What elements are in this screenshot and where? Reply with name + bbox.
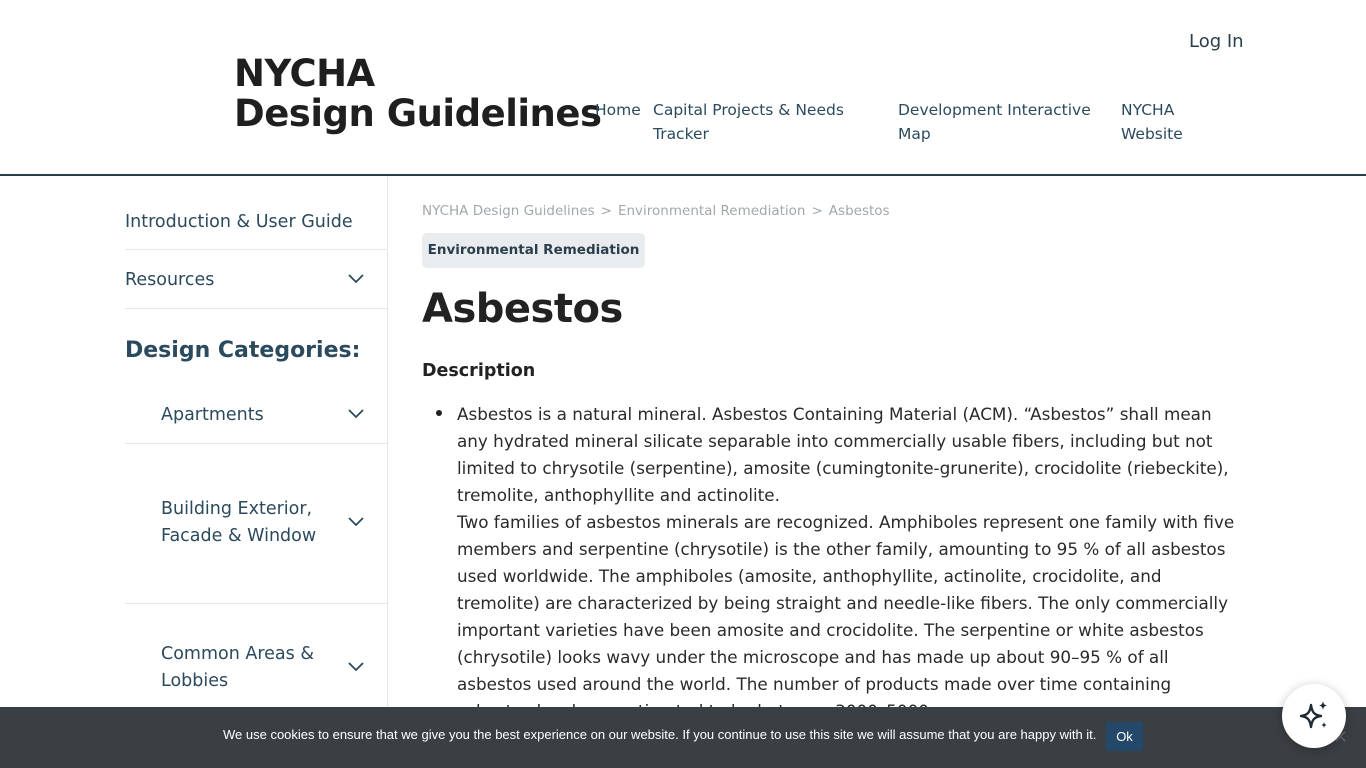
cookie-banner: We use cookies to ensure that we give yo… [0,707,1366,768]
cookie-message: We use cookies to ensure that we give yo… [223,727,1097,742]
site-title[interactable]: NYCHA Design Guidelines [234,54,602,134]
sidebar-category-apartments[interactable]: Apartments [125,384,387,444]
category-badge[interactable]: Environmental Remediation [422,233,645,268]
breadcrumb: NYCHA Design Guidelines > Environmental Re… [422,203,890,219]
nav-item-capital-projects-line2: Tracker [653,125,709,143]
site-header: NYCHA Design Guidelines Log In Home Capi… [0,0,1366,176]
sidebar-category-label: Apartments [161,405,264,425]
breadcrumb-item[interactable]: Environmental Remediation [618,203,806,219]
chevron-down-icon[interactable] [347,273,365,285]
description-paragraph-1: Asbestos is a natural mineral. Asbestos … [457,404,1229,505]
nav-item-nycha-website-line2: Website [1121,125,1183,143]
ai-assistant-button[interactable] [1282,684,1346,748]
nav-item-home-label: Home [595,101,641,119]
site-title-line2: Design Guidelines [234,92,602,135]
login-link[interactable]: Log In [1189,31,1244,52]
section-title: Description [422,361,536,381]
nav-item-home[interactable]: Home [595,98,641,122]
sidebar-item-label: Introduction & User Guide [125,212,353,232]
nav-item-development-map-line1: Development Interactive [898,101,1091,119]
breadcrumb-current: Asbestos [828,203,890,219]
sidebar-item-label: Resources [125,270,215,290]
cookie-ok-button[interactable]: Ok [1106,722,1143,751]
chevron-down-icon[interactable] [347,516,365,528]
nav-item-development-map-line2: Map [898,125,931,143]
nav-item-development-map[interactable]: Development Interactive Map [898,98,1091,146]
nav-item-capital-projects-line1: Capital Projects & Needs [653,101,844,119]
sidebar-category-label-line1: Common Areas & [161,644,314,664]
design-categories-heading: Design Categories: [125,338,361,363]
chevron-down-icon[interactable] [347,661,365,673]
sidebar-category-label-line1: Building Exterior, [161,499,313,519]
breadcrumb-separator: > [600,203,612,219]
description-content: Asbestos is a natural mineral. Asbestos … [457,401,1247,725]
sidebar-item-resources[interactable]: Resources [125,249,387,309]
nav-item-nycha-website[interactable]: NYCHA Website [1121,98,1183,146]
sidebar-item-introduction[interactable]: Introduction & User Guide [125,176,387,250]
bullet-marker [436,410,442,416]
page-title: Asbestos [422,286,623,332]
sparkles-icon [1299,701,1327,729]
description-paragraph-2: Two families of asbestos minerals are re… [457,512,1235,721]
chevron-down-icon[interactable] [347,408,365,420]
nav-item-nycha-website-line1: NYCHA [1121,101,1175,119]
sidebar-category-building-exterior[interactable]: Building Exterior, Facade & Window [125,443,387,604]
sidebar-category-label-line2: Facade & Window [161,526,317,546]
sidebar-category-label-line2: Lobbies [161,671,229,691]
site-title-line1: NYCHA [234,52,375,95]
sidebar: Introduction & User Guide Resources Desi… [125,176,388,768]
nav-item-capital-projects[interactable]: Capital Projects & Needs Tracker [653,98,844,146]
breadcrumb-separator: > [811,203,823,219]
breadcrumb-item[interactable]: NYCHA Design Guidelines [422,203,595,219]
